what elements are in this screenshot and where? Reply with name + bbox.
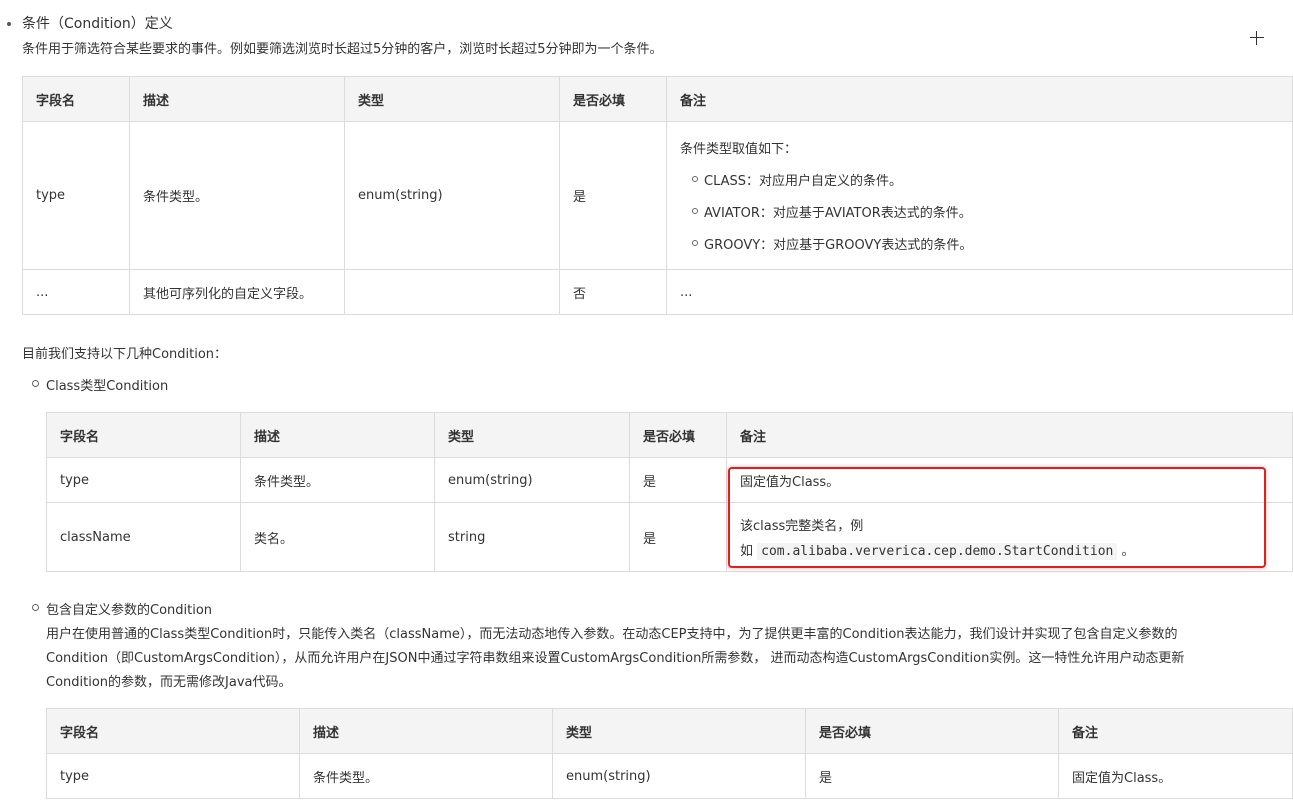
condition-fields-table: 字段名 描述 类型 是否必填 备注 type 条件类型。 enum(string… <box>22 76 1293 315</box>
header-field: 字段名 <box>46 412 241 458</box>
bullet-dot <box>7 22 11 26</box>
header-type: 类型 <box>344 76 560 122</box>
header-required: 是否必填 <box>559 76 667 122</box>
cell-type: enum(string) <box>552 753 806 799</box>
support-text: 目前我们支持以下几种Condition： <box>22 347 228 362</box>
section-description: 条件用于筛选符合某些要求的事件。例如要筛选浏览时长超过5分钟的客户，浏览时长超过… <box>22 42 663 57</box>
table-row: type 条件类型。 enum(string) 是 条件类型取值如下： CLAS… <box>22 121 1293 270</box>
cell-required: 是 <box>805 753 1059 799</box>
header-type: 类型 <box>552 708 806 754</box>
cell-required: 否 <box>559 269 667 315</box>
cell-required: 是 <box>629 457 727 503</box>
table-row: type 条件类型。 enum(string) 是 固定值为Class。 <box>46 753 1293 799</box>
section-title: 条件（Condition）定义 <box>22 16 173 32</box>
cell-desc: 类名。 <box>240 502 435 572</box>
header-required: 是否必填 <box>629 412 727 458</box>
header-desc: 描述 <box>129 76 345 122</box>
cell-note: 固定值为Class。 <box>1058 753 1293 799</box>
highlight-box <box>728 467 1266 568</box>
cell-field: type <box>22 121 130 270</box>
hollow-bullet <box>32 380 39 387</box>
cell-desc: 条件类型。 <box>299 753 553 799</box>
header-field: 字段名 <box>22 76 130 122</box>
cell-type: string <box>434 502 630 572</box>
cell-note: ... <box>666 269 1293 315</box>
custom-condition-paragraph: 用户在使用普通的Class类型Condition时，只能传入类名（classNa… <box>46 623 1184 695</box>
cell-field: className <box>46 502 241 572</box>
header-desc: 描述 <box>240 412 435 458</box>
cell-desc: 条件类型。 <box>240 457 435 503</box>
custom-condition-title: 包含自定义参数的Condition <box>46 603 213 618</box>
cell-field: type <box>46 753 300 799</box>
note-list: CLASS：对应用户自定义的条件。 AVIATOR：对应基于AVIATOR表达式… <box>680 170 1279 253</box>
list-item: CLASS：对应用户自定义的条件。 <box>680 170 1279 189</box>
cell-note: 条件类型取值如下： CLASS：对应用户自定义的条件。 AVIATOR：对应基于… <box>666 121 1293 270</box>
header-field: 字段名 <box>46 708 300 754</box>
class-condition-title: Class类型Condition <box>46 379 169 394</box>
table-header-row: 字段名 描述 类型 是否必填 备注 <box>46 412 1293 458</box>
header-type: 类型 <box>434 412 630 458</box>
cell-desc: 条件类型。 <box>129 121 345 270</box>
paragraph-line: 用户在使用普通的Class类型Condition时，只能传入类名（classNa… <box>46 627 1178 642</box>
paragraph-line: Condition（即CustomArgsCondition），从而允许用户在J… <box>46 651 1185 666</box>
cell-desc: 其他可序列化的自定义字段。 <box>129 269 345 315</box>
list-item: AVIATOR：对应基于AVIATOR表达式的条件。 <box>680 202 1279 221</box>
list-item: GROOVY：对应基于GROOVY表达式的条件。 <box>680 234 1279 253</box>
header-note: 备注 <box>1058 708 1293 754</box>
header-required: 是否必填 <box>805 708 1059 754</box>
table-header-row: 字段名 描述 类型 是否必填 备注 <box>22 76 1293 122</box>
cell-required: 是 <box>629 502 727 572</box>
cell-type: enum(string) <box>434 457 630 503</box>
table-row: ... 其他可序列化的自定义字段。 否 ... <box>22 269 1293 315</box>
table-header-row: 字段名 描述 类型 是否必填 备注 <box>46 708 1293 754</box>
header-desc: 描述 <box>299 708 553 754</box>
header-note: 备注 <box>726 412 1293 458</box>
cell-field: ... <box>22 269 130 315</box>
cell-type: enum(string) <box>344 121 560 270</box>
note-intro: 条件类型取值如下： <box>680 142 798 157</box>
paragraph-line: Condition的参数，而无需修改Java代码。 <box>46 675 292 690</box>
cell-field: type <box>46 457 241 503</box>
hollow-bullet <box>32 604 39 611</box>
header-note: 备注 <box>666 76 1293 122</box>
cell-type <box>344 269 560 315</box>
custom-condition-table: 字段名 描述 类型 是否必填 备注 type 条件类型。 enum(string… <box>46 708 1293 799</box>
plus-icon[interactable] <box>1249 30 1265 46</box>
cell-required: 是 <box>559 121 667 270</box>
